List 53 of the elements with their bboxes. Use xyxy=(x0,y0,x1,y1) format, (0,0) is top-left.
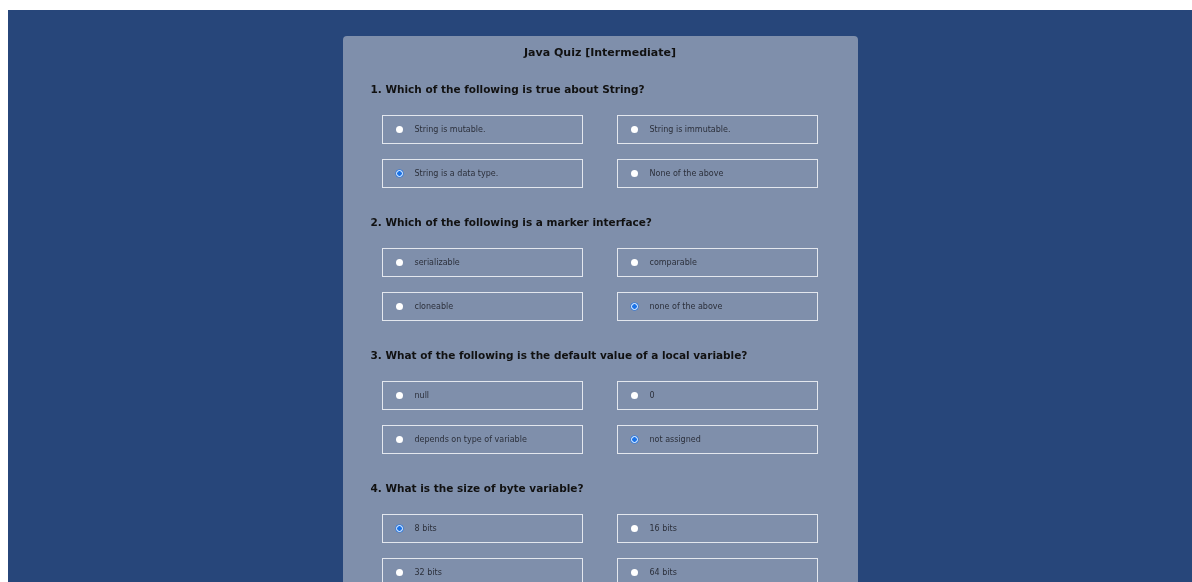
answer-option[interactable]: None of the above xyxy=(616,159,818,188)
question-text: 3. What of the following is the default value of a local variable? xyxy=(370,348,749,362)
option-label: not assigned xyxy=(649,435,701,444)
option-label: String is a data type. xyxy=(414,169,499,178)
option-label: serializable xyxy=(414,258,460,267)
answer-option[interactable]: String is mutable. xyxy=(381,115,583,144)
option-label: String is immutable. xyxy=(649,125,731,134)
radio-button[interactable] xyxy=(630,170,638,177)
answer-option[interactable]: 16 bits xyxy=(616,514,818,543)
option-label: 0 xyxy=(649,391,655,400)
option-label: String is mutable. xyxy=(414,125,486,134)
radio-button[interactable] xyxy=(395,436,403,443)
answer-option[interactable]: 0 xyxy=(616,381,818,410)
radio-button[interactable] xyxy=(395,259,403,266)
answer-option[interactable]: depends on type of variable xyxy=(381,425,583,454)
question-text: 1. Which of the following is true about String? xyxy=(370,82,646,96)
answer-option[interactable]: 32 bits xyxy=(381,558,583,582)
option-label: None of the above xyxy=(649,169,724,178)
question-text: 4. What is the size of byte variable? xyxy=(370,481,585,495)
radio-button[interactable] xyxy=(630,436,638,443)
option-label: 16 bits xyxy=(649,524,677,533)
option-label: 32 bits xyxy=(414,568,442,577)
answer-option[interactable]: comparable xyxy=(616,248,818,277)
radio-button[interactable] xyxy=(630,569,638,576)
answer-option[interactable]: 64 bits xyxy=(616,558,818,582)
question-text: 2. Which of the following is a marker interface? xyxy=(370,215,653,229)
radio-button[interactable] xyxy=(630,303,638,310)
answer-option[interactable]: cloneable xyxy=(381,292,583,321)
radio-button[interactable] xyxy=(630,259,638,266)
option-label: 64 bits xyxy=(649,568,677,577)
answer-option[interactable]: none of the above xyxy=(616,292,818,321)
radio-button[interactable] xyxy=(630,392,638,399)
answer-option[interactable]: String is immutable. xyxy=(616,115,818,144)
radio-button[interactable] xyxy=(395,525,403,532)
radio-button[interactable] xyxy=(395,303,403,310)
radio-button[interactable] xyxy=(395,126,403,133)
answer-option[interactable]: serializable xyxy=(381,248,583,277)
option-label: null xyxy=(414,391,430,400)
quiz-title: Java Quiz [Intermediate] xyxy=(522,46,677,60)
answer-option[interactable]: null xyxy=(381,381,583,410)
radio-button[interactable] xyxy=(395,170,403,177)
option-label: depends on type of variable xyxy=(414,435,527,444)
option-label: 8 bits xyxy=(414,524,437,533)
radio-button[interactable] xyxy=(395,392,403,399)
radio-button[interactable] xyxy=(630,126,638,133)
option-label: comparable xyxy=(649,258,697,267)
answer-option[interactable]: 8 bits xyxy=(381,514,583,543)
option-label: none of the above xyxy=(649,302,723,311)
option-label: cloneable xyxy=(414,302,454,311)
radio-button[interactable] xyxy=(630,525,638,532)
answer-option[interactable]: String is a data type. xyxy=(381,159,583,188)
radio-button[interactable] xyxy=(395,569,403,576)
answer-option[interactable]: not assigned xyxy=(616,425,818,454)
